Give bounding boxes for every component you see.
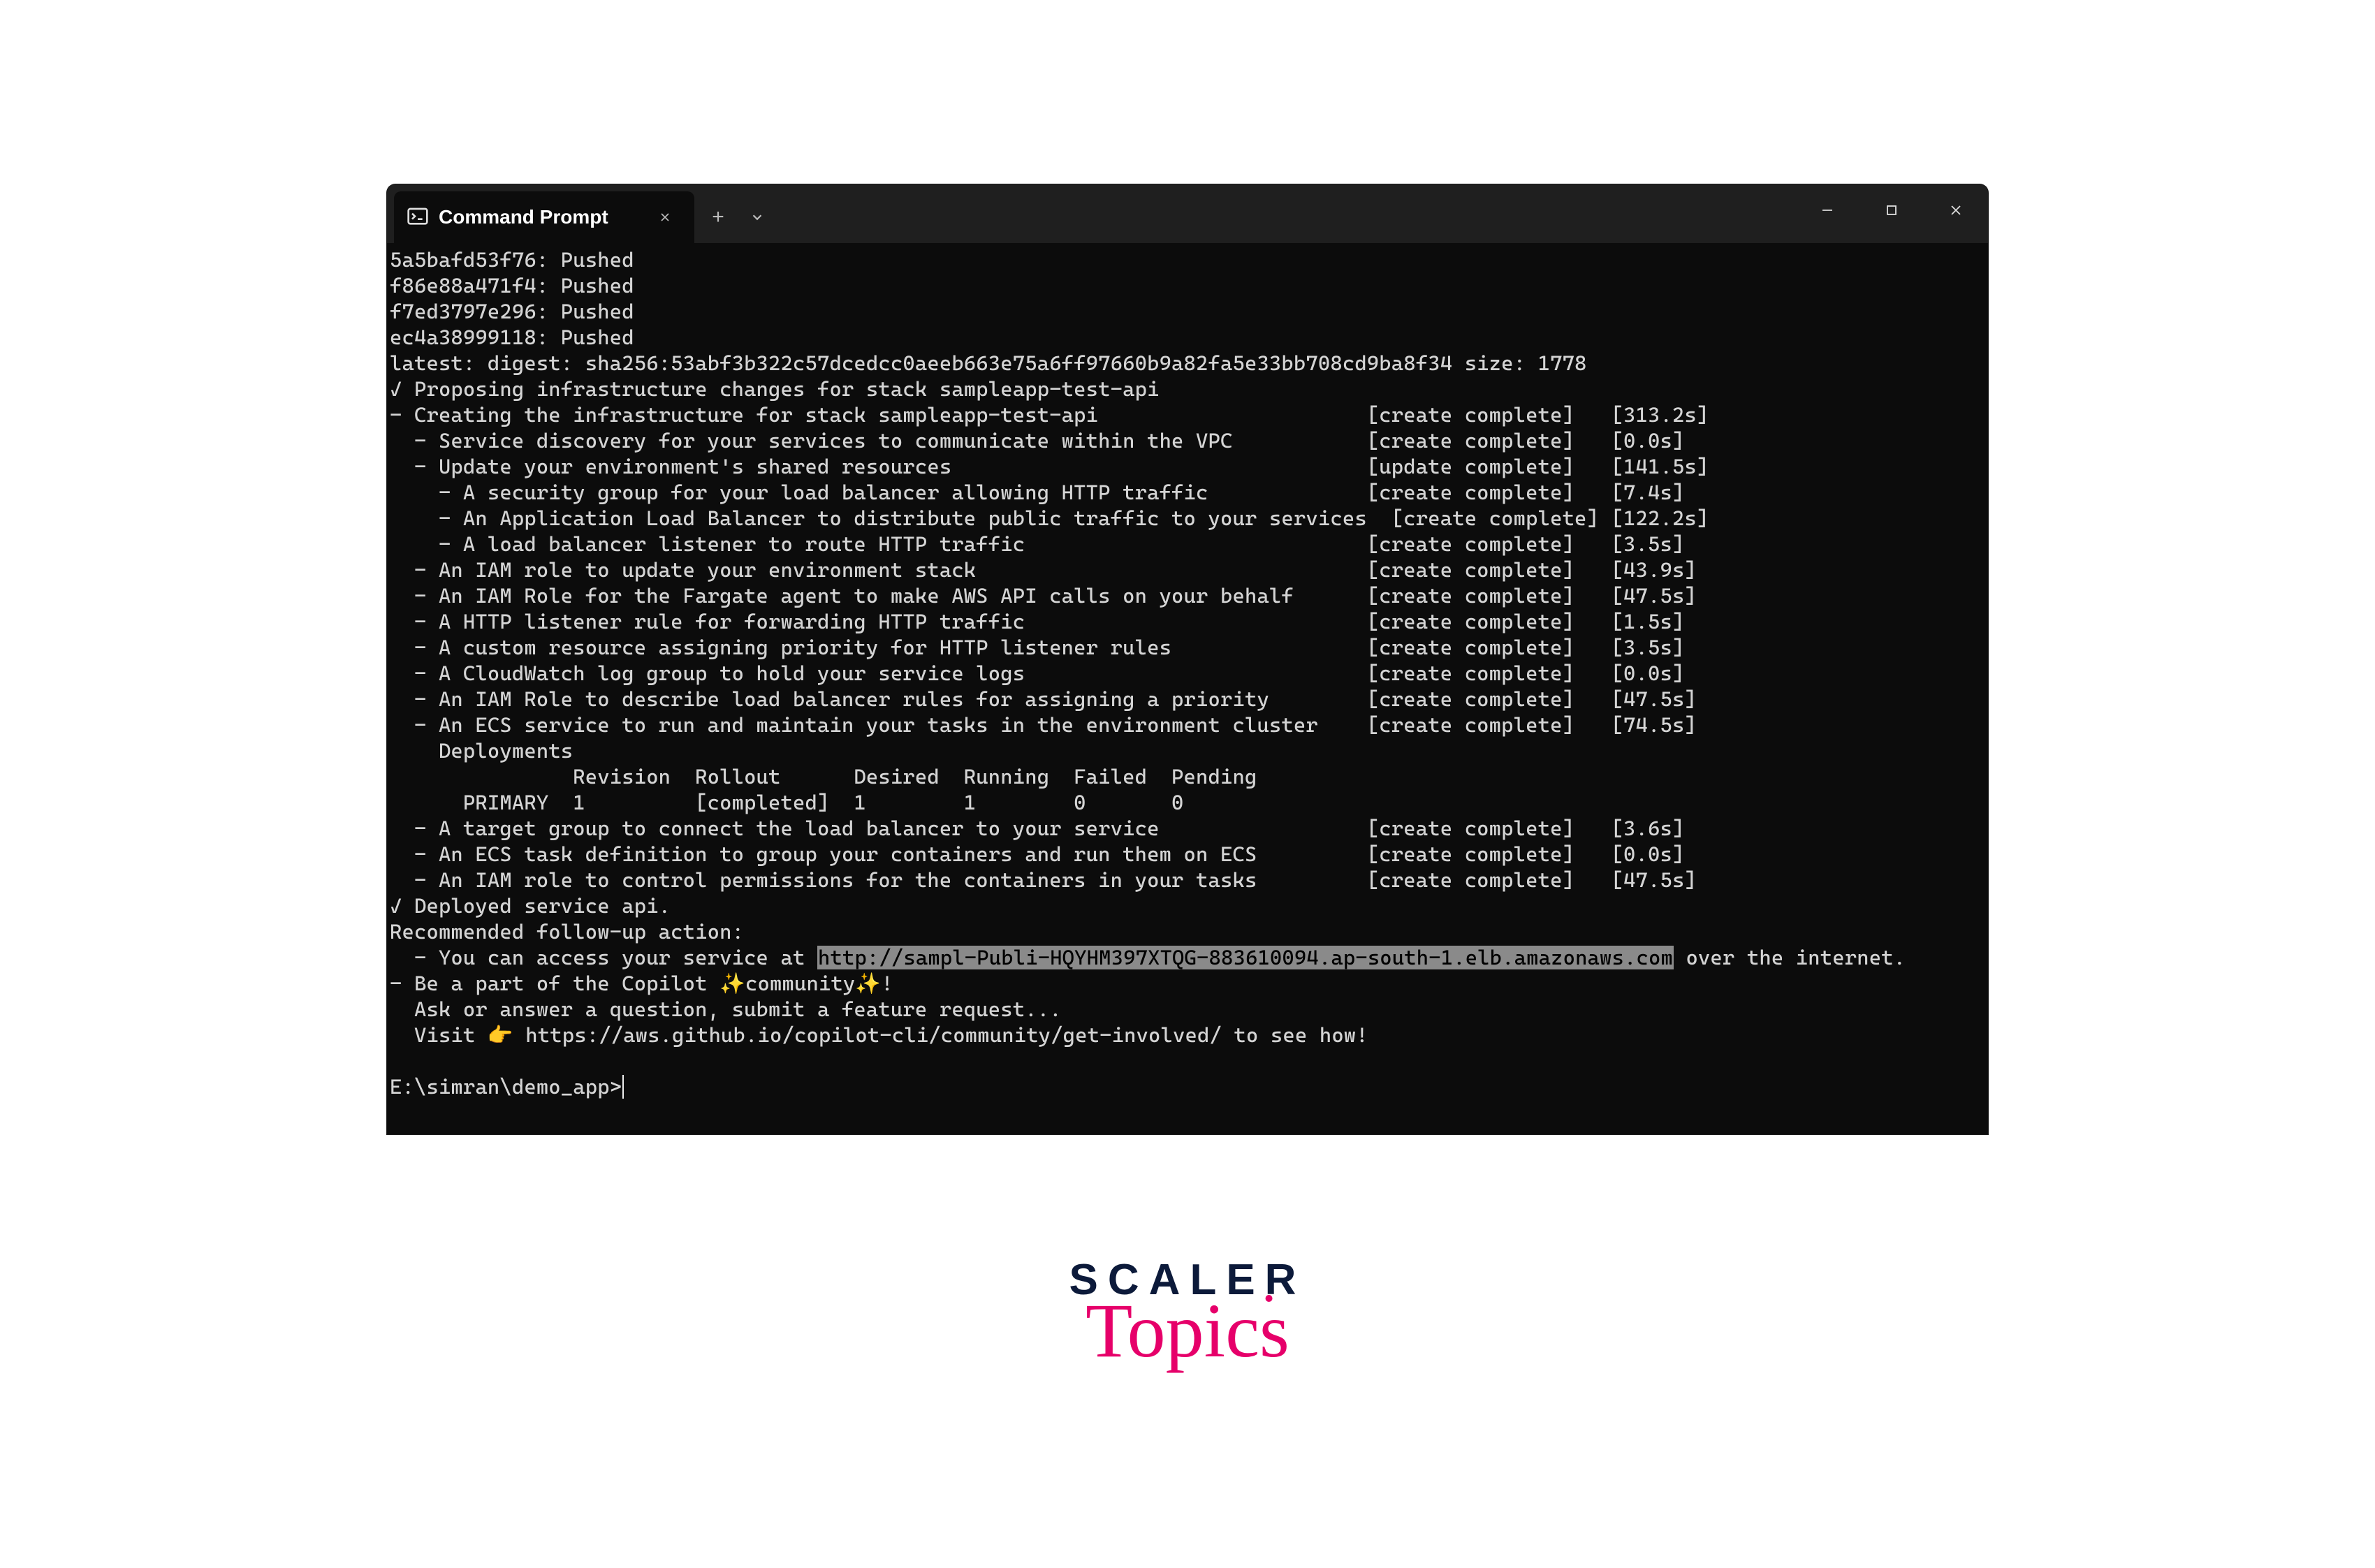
- terminal-line: Recommended follow-up action:: [390, 919, 1985, 945]
- maximize-button[interactable]: [1859, 184, 1924, 236]
- terminal-line: - An IAM role to control permissions for…: [390, 867, 1985, 893]
- terminal-line: - An ECS task definition to group your c…: [390, 842, 1985, 867]
- terminal-line: ec4a38999118: Pushed: [390, 325, 1985, 351]
- terminal-output[interactable]: 5a5bafd53f76: Pushedf86e88a471f4: Pushed…: [387, 243, 1988, 1100]
- new-tab-button[interactable]: +: [699, 191, 738, 243]
- terminal-line: 5a5bafd53f76: Pushed: [390, 247, 1985, 273]
- terminal-line: - You can access your service at http://…: [390, 945, 1985, 971]
- terminal-line: - An IAM Role for the Fargate agent to m…: [390, 583, 1985, 609]
- terminal-line: - An ECS service to run and maintain you…: [390, 712, 1985, 738]
- terminal-line: - A target group to connect the load bal…: [390, 816, 1985, 842]
- active-tab[interactable]: Command Prompt: [394, 191, 694, 243]
- scaler-topics-logo: SCALER Topics: [1069, 1259, 1306, 1365]
- terminal-line: [390, 1048, 1985, 1074]
- command-prompt-icon: [407, 206, 429, 228]
- terminal-line: - An IAM role to update your environment…: [390, 557, 1985, 583]
- terminal-line: Visit 👉 https://aws.github.io/copilot-cl…: [390, 1023, 1985, 1048]
- terminal-line: Revision Rollout Desired Running Failed …: [390, 764, 1985, 790]
- terminal-line: - A security group for your load balance…: [390, 480, 1985, 506]
- terminal-line: PRIMARY 1 [completed] 1 1 0 0: [390, 790, 1985, 816]
- terminal-line: - An Application Load Balancer to distri…: [390, 506, 1985, 532]
- terminal-line: f86e88a471f4: Pushed: [390, 273, 1985, 299]
- terminal-line: Ask or answer a question, submit a featu…: [390, 997, 1985, 1023]
- minimize-button[interactable]: [1795, 184, 1859, 236]
- tab-actions: +: [699, 191, 777, 243]
- text-cursor: [622, 1075, 624, 1099]
- service-url-highlighted[interactable]: http://sampl-Publi-HQYHM397XTQG-88361009…: [817, 946, 1674, 969]
- command-prompt-line: E:\simran\demo_app>: [390, 1074, 1985, 1100]
- terminal-line: Deployments: [390, 738, 1985, 764]
- close-window-button[interactable]: [1924, 184, 1988, 236]
- terminal-window: Command Prompt + 5a5bafd53f76: Pushedf86…: [387, 184, 1988, 1134]
- logo-text-script: Topics: [1069, 1296, 1306, 1365]
- terminal-line: - A load balancer listener to route HTTP…: [390, 532, 1985, 557]
- tab-dropdown-button[interactable]: [738, 191, 777, 243]
- terminal-line: - A HTTP listener rule for forwarding HT…: [390, 609, 1985, 635]
- title-bar: Command Prompt +: [387, 184, 1988, 243]
- tab-title: Command Prompt: [439, 206, 643, 228]
- terminal-line: latest: digest: sha256:53abf3b322c57dced…: [390, 351, 1985, 376]
- terminal-line: - Service discovery for your services to…: [390, 428, 1985, 454]
- terminal-line: - A CloudWatch log group to hold your se…: [390, 661, 1985, 687]
- window-controls: [1795, 184, 1988, 236]
- terminal-line: - A custom resource assigning priority f…: [390, 635, 1985, 661]
- terminal-line: ✓ Proposing infrastructure changes for s…: [390, 376, 1985, 402]
- terminal-line: f7ed3797e296: Pushed: [390, 299, 1985, 325]
- terminal-line: - Update your environment's shared resou…: [390, 454, 1985, 480]
- tab-close-button[interactable]: [652, 205, 678, 230]
- terminal-line: ✓ Deployed service api.: [390, 893, 1985, 919]
- terminal-line: - Be a part of the Copilot ✨community✨!: [390, 971, 1985, 997]
- terminal-line: - An IAM Role to describe load balancer …: [390, 687, 1985, 712]
- terminal-line: - Creating the infrastructure for stack …: [390, 402, 1985, 428]
